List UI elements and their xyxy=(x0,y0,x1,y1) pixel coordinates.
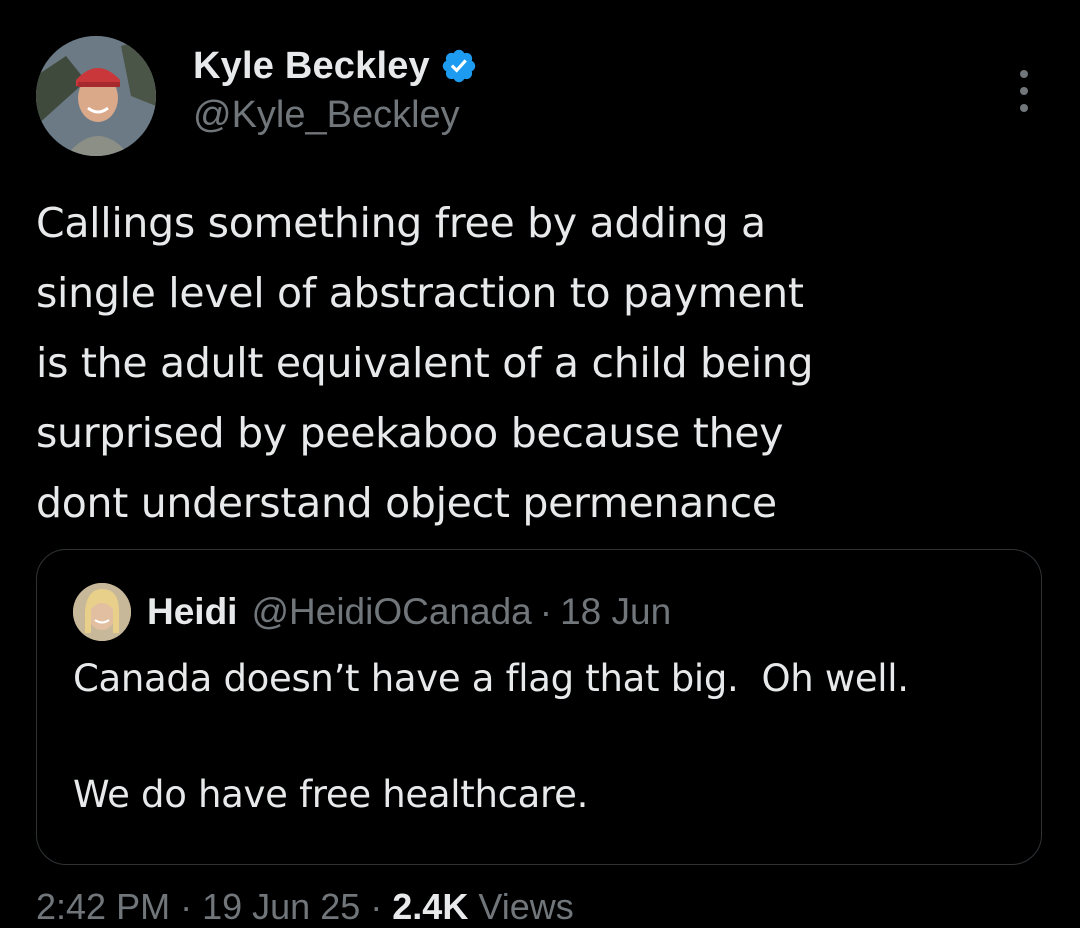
verified-badge-icon[interactable] xyxy=(440,47,478,85)
quoted-tweet-header: Heidi @HeidiOCanada · 18 Jun xyxy=(73,582,671,642)
author-handle[interactable]: @Kyle_Beckley xyxy=(193,94,478,137)
quoted-author-avatar[interactable] xyxy=(73,583,131,641)
tweet-footer-meta: 2:42 PM · 19 Jun 25 · 2.4K Views xyxy=(36,886,574,928)
author-names: Kyle Beckley @Kyle_Beckley xyxy=(193,42,478,137)
quoted-tweet-meta: @HeidiOCanada · 18 Jun xyxy=(251,591,671,633)
quoted-tweet-text: Canada doesn’t have a flag that big. Oh … xyxy=(73,657,909,816)
display-name-row: Kyle Beckley xyxy=(193,42,478,90)
author-display-name[interactable]: Kyle Beckley xyxy=(193,45,430,88)
quoted-tweet-date[interactable]: 18 Jun xyxy=(560,591,671,633)
meta-separator: · xyxy=(539,591,553,632)
quoted-author-handle[interactable]: @HeidiOCanada xyxy=(251,591,531,633)
quoted-author-display-name[interactable]: Heidi xyxy=(147,591,237,633)
more-options-icon[interactable] xyxy=(1004,66,1044,116)
tweet-header: Kyle Beckley @Kyle_Beckley xyxy=(36,36,1044,156)
quoted-tweet-card[interactable]: Heidi @HeidiOCanada · 18 Jun Canada does… xyxy=(36,549,1042,865)
author-avatar[interactable] xyxy=(36,36,156,156)
tweet-text: Callings something free by adding a sing… xyxy=(36,199,814,527)
